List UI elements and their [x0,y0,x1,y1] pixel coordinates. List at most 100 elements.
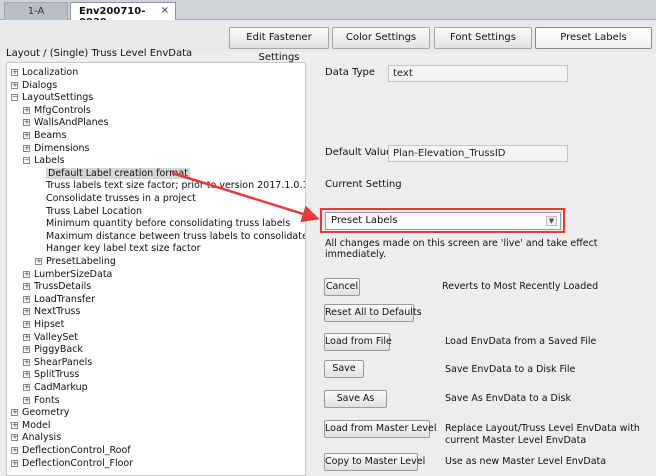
tree-item[interactable]: + DeflectionControl_Roof [11,445,131,457]
cancel-button[interactable]: Cancel [324,278,360,296]
copy-to-master-level-button[interactable]: Copy to Master Level [324,453,425,471]
load-from-master-level-description: Replace Layout/Truss Level EnvData with … [445,423,640,446]
tree-item[interactable]: − LayoutSettings [11,92,93,104]
tree-item[interactable]: + LumberSizeData [23,269,112,281]
expand-icon[interactable]: + [23,358,30,366]
tree-item-label: TrussDetails [34,281,92,293]
tree-item-label: CadMarkup [34,382,88,393]
tree-item-label: LumberSizeData [34,268,113,280]
tree-item[interactable]: + SplitTruss [23,369,79,381]
expand-icon[interactable]: + [23,270,30,278]
expand-icon[interactable]: + [23,119,30,127]
tree-item[interactable]: + WallsAndPlanes [23,117,108,129]
tree-item-label: MfgControls [34,104,91,116]
tree-item[interactable]: + Analysis [11,432,61,444]
tree-item[interactable]: + Hipset [23,319,64,331]
tree-item-label: Maximum distance between truss labels to… [46,230,306,242]
tree-item-label: LoadTransfer [34,293,95,305]
preset-labels-button[interactable]: Preset Labels [535,27,652,49]
tree-item[interactable]: + ShearPanels [23,357,92,369]
tree-item-label: Dimensions [34,142,90,154]
expand-icon[interactable]: + [11,447,18,454]
tree-item[interactable]: − Labels [23,155,65,167]
close-icon[interactable]: × [161,5,169,16]
tree-item-label: NextTruss [34,306,81,318]
tree-item-label: Dialogs [22,79,58,91]
current-setting-label: Current Setting [325,179,402,190]
collapse-icon[interactable]: − [23,157,30,165]
data-type-label: Data Type [325,67,376,78]
tree-item[interactable]: Minimum quantity before consolidating tr… [35,218,290,230]
default-value-label: Default Value [325,147,393,158]
tree-item[interactable]: Truss labels text size factor; prior to … [35,180,306,192]
expand-icon[interactable]: + [11,409,18,417]
tree-item-label: Beams [34,130,67,141]
expand-icon[interactable]: + [23,333,30,341]
tree-item[interactable]: + DeflectionControl_Floor [11,458,133,470]
font-settings-button[interactable]: Font Settings [434,27,532,49]
expand-icon[interactable]: + [23,144,30,152]
tree-item[interactable]: + Model [11,420,51,432]
edit-fastener-settings-button[interactable]: Edit Fastener Settings [229,27,329,63]
expand-icon[interactable]: + [11,459,18,467]
expand-icon[interactable]: + [23,371,30,379]
tree-item-label: PiggyBack [34,344,83,356]
copy-to-master-level-description: Use as new Master Level EnvData [445,456,607,467]
tree-item[interactable]: + PresetLabeling [35,256,116,268]
load-from-file-button[interactable]: Load from File [324,333,392,351]
tree-item-label: DeflectionControl_Floor [22,457,134,469]
save-button[interactable]: Save [324,360,364,378]
tab-env-data[interactable]: Env200710-0939 × [70,2,176,28]
tree-item[interactable]: + Fonts [23,395,60,407]
expand-icon[interactable]: + [23,132,30,139]
tree-item[interactable]: Hanger key label text size factor [35,243,200,255]
tree-item[interactable]: + CadMarkup [23,382,88,394]
tree-item[interactable]: + Dialogs [11,80,57,92]
tree-item[interactable]: + Beams [23,130,66,142]
tree-item[interactable]: + Dimensions [23,143,89,155]
tree-item[interactable]: Truss Label Location [35,206,142,218]
expand-icon[interactable]: + [23,384,30,391]
tree-item[interactable]: Consolidate trusses in a project [35,193,196,205]
tree-item[interactable]: Maximum distance between truss labels to… [35,230,306,243]
breadcrumb: Layout / (Single) Truss Level EnvData [6,48,193,59]
tree-item-label: LayoutSettings [22,92,94,104]
settings-tree[interactable]: + Localization + Dialogs − LayoutSettings + Mfg… [6,62,306,476]
expand-icon[interactable]: + [35,258,42,265]
expand-icon[interactable]: + [23,321,30,328]
tree-item[interactable]: + PiggyBack [23,344,83,356]
tree-item-label: Geometry [22,407,70,419]
tree-item-label: Truss labels text size factor; prior to … [46,180,306,192]
tree-item-label: WallsAndPlanes [34,117,109,129]
load-from-master-level-button[interactable]: Load from Master Level [324,420,436,438]
expand-icon[interactable]: + [11,81,18,89]
expand-icon[interactable]: + [23,346,30,354]
expand-icon[interactable]: + [23,295,30,303]
expand-icon[interactable]: + [11,421,18,429]
expand-icon[interactable]: + [23,106,30,114]
tree-item-label: Truss Label Location [46,205,143,217]
expand-icon[interactable]: + [11,69,18,76]
save-as-button[interactable]: Save As [324,390,387,408]
detail-panel [312,62,656,476]
color-settings-button[interactable]: Color Settings [332,27,430,49]
expand-icon[interactable]: + [23,283,30,291]
tree-item[interactable]: + NextTruss [23,306,80,318]
annotation-highlight-box [320,208,565,233]
tree-item[interactable]: + LoadTransfer [23,294,95,306]
tree-item[interactable]: + ValleySet [23,332,78,344]
expand-icon[interactable]: + [23,308,30,316]
tab-1a[interactable]: 1-A [4,2,68,20]
expand-icon[interactable]: + [23,396,30,404]
tree-item[interactable]: Default Label creation format [35,167,190,180]
tree-item[interactable]: + MfgControls [23,105,91,117]
data-type-field: text [388,65,568,82]
tab-strip: 1-A Env200710-0939 × [0,0,656,28]
tree-item[interactable]: + TrussDetails [23,281,91,293]
expand-icon[interactable]: + [11,434,18,442]
reset-all-defaults-button[interactable]: Reset All to Defaults [324,304,422,322]
collapse-icon[interactable]: − [11,94,18,102]
tree-item-label: ShearPanels [34,356,93,368]
tree-item[interactable]: + Localization [11,67,78,79]
tree-item[interactable]: + Geometry [11,407,69,419]
